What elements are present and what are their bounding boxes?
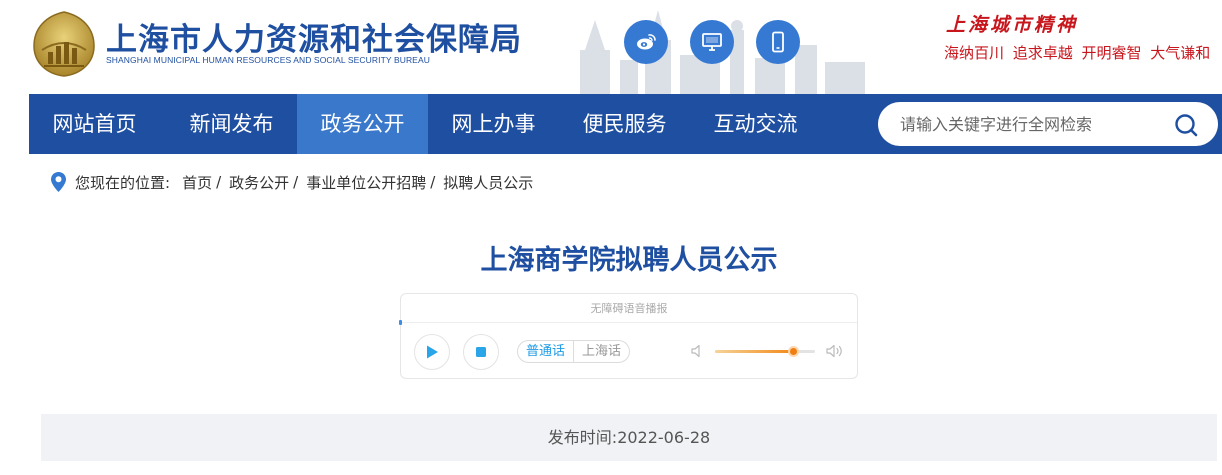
page-title: 上海商学院拟聘人员公示 — [480, 245, 778, 276]
nav-item-gov-affairs[interactable]: 政务公开 — [297, 94, 428, 154]
desktop-icon — [702, 33, 722, 51]
weibo-icon — [637, 34, 656, 50]
weibo-button[interactable] — [624, 20, 668, 64]
stop-icon — [476, 347, 486, 357]
org-name-cn: 上海市人力资源和社会保障局 — [106, 22, 522, 58]
breadcrumb-item-current[interactable]: 拟聘人员公示 — [443, 172, 533, 193]
breadcrumb-separator: / — [216, 173, 222, 191]
search-box — [878, 102, 1218, 146]
main-nav: 网站首页 新闻发布 政务公开 网上办事 便民服务 互动交流 — [29, 94, 1222, 154]
breadcrumb-separator: / — [293, 173, 299, 191]
publish-time: 发布时间:2022-06-28 — [547, 428, 711, 447]
lang-option-shanghainese[interactable]: 上海话 — [573, 341, 629, 362]
play-icon — [427, 345, 438, 359]
nav-item-online-services[interactable]: 网上办事 — [428, 94, 559, 154]
mobile-site-button[interactable] — [756, 20, 800, 64]
lang-option-mandarin[interactable]: 普通话 — [518, 341, 573, 362]
playback-progress-marker[interactable] — [399, 320, 402, 325]
volume-slider[interactable] — [715, 346, 815, 357]
accessibility-audio-player: 无障碍语音播报 普通话 上海话 — [399, 293, 858, 379]
search-input[interactable] — [900, 112, 1160, 136]
volume-slider-fill — [715, 350, 793, 353]
breadcrumb-prefix: 您现在的位置: — [75, 173, 171, 192]
breadcrumb-item-recruitment[interactable]: 事业单位公开招聘 — [306, 172, 426, 193]
mobile-icon — [772, 31, 784, 53]
language-selector: 普通话 上海话 — [517, 340, 631, 363]
org-name-en: SHANGHAI MUNICIPAL HUMAN RESOURCES AND S… — [106, 55, 430, 65]
breadcrumb-item-gov-affairs[interactable]: 政务公开 — [229, 172, 289, 193]
volume-slider-handle[interactable] — [788, 346, 799, 357]
nav-item-news[interactable]: 新闻发布 — [166, 94, 297, 154]
nav-item-public-services[interactable]: 便民服务 — [559, 94, 690, 154]
location-pin-icon — [51, 172, 66, 192]
site-header: 上海市人力资源和社会保障局 SHANGHAI MUNICIPAL HUMAN R… — [0, 0, 1222, 94]
volume-high-icon[interactable] — [825, 343, 845, 359]
breadcrumb-separator: / — [430, 173, 436, 191]
city-spirit-words: 海纳百川 追求卓越 开明睿智 大气谦和 — [944, 44, 1211, 62]
stop-button[interactable] — [463, 334, 499, 370]
search-icon[interactable] — [1173, 112, 1199, 138]
nav-item-home[interactable]: 网站首页 — [29, 94, 160, 154]
city-spirit-title: 上海城市精神 — [946, 14, 1079, 36]
breadcrumb-item-home[interactable]: 首页 — [182, 172, 212, 193]
play-button[interactable] — [414, 334, 450, 370]
bureau-emblem-logo[interactable] — [30, 10, 98, 78]
publish-info-bar: 发布时间:2022-06-28 — [41, 414, 1217, 461]
breadcrumb: 您现在的位置: 首页 / 政务公开 / 事业单位公开招聘 / 拟聘人员公示 — [50, 170, 533, 194]
nav-item-interaction[interactable]: 互动交流 — [690, 94, 821, 154]
player-title: 无障碍语音播报 — [401, 294, 857, 323]
volume-low-icon[interactable] — [690, 343, 706, 359]
desktop-site-button[interactable] — [690, 20, 734, 64]
